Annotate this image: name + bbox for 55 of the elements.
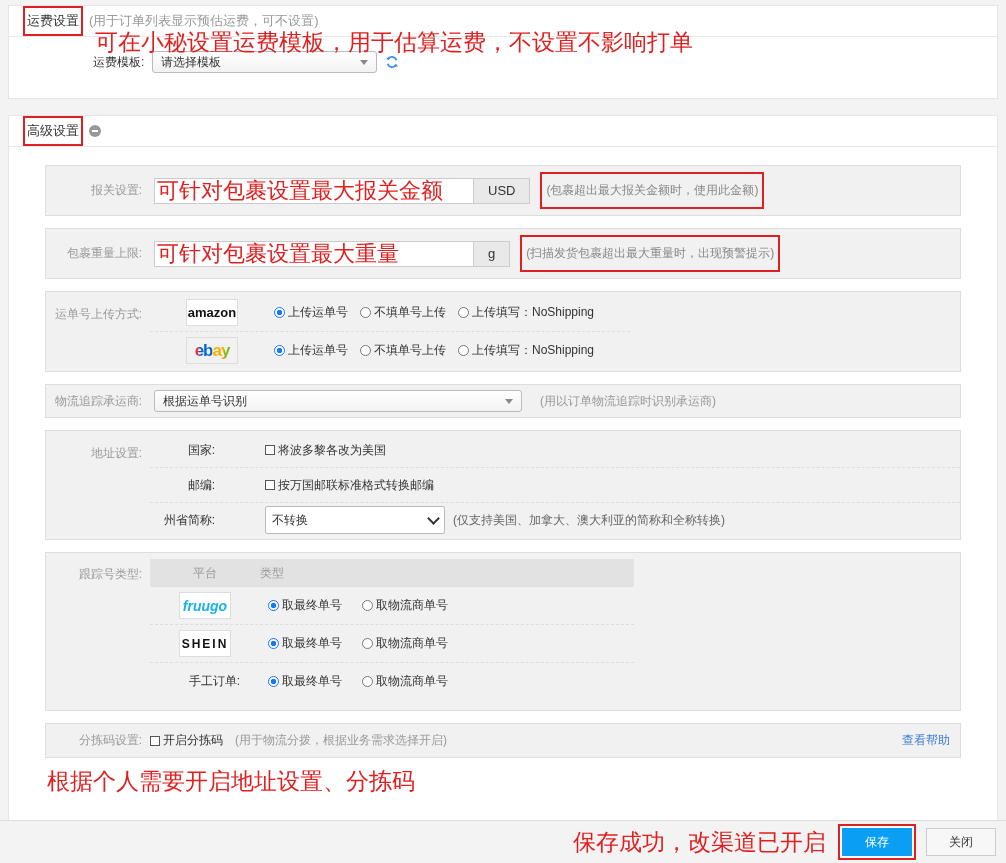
platform-logo: SHEIN (179, 630, 231, 657)
unit-addon: USD (474, 177, 531, 204)
platform-logo: amazon (186, 299, 238, 326)
annotation-text: 可针对包裹设置最大重量 (157, 242, 399, 265)
field-label: 运单号上传方式: (53, 306, 143, 323)
field-label: 报关设置: (89, 182, 143, 199)
field-label: 邮编: (186, 476, 216, 494)
input-field[interactable]: 可针对包裹设置最大报关金额 (154, 177, 474, 204)
annotation-text: 可针对包裹设置最大报关金额 (157, 179, 443, 202)
field-hint: (用于物流分拨，根据业务需求选择开启) (235, 732, 447, 749)
field-label: 分拣码设置: (77, 732, 143, 749)
section-hint: (用于订单列表显示预估运费，可不设置) (89, 12, 319, 30)
row-label: 手工订单: (187, 673, 241, 690)
radio-option[interactable]: 取物流商单号 (362, 597, 448, 614)
radio-option[interactable]: 上传填写：NoShipping (458, 342, 595, 359)
radio-option[interactable]: 上传运单号 (274, 342, 348, 359)
province-select[interactable]: 不转换 (265, 506, 445, 534)
field-label: 跟踪号类型: (77, 566, 143, 583)
close-button[interactable]: 关闭 (926, 828, 996, 856)
radio-option[interactable]: 取物流商单号 (362, 673, 448, 690)
radio-option[interactable]: 取最终单号 (268, 597, 342, 614)
radio-option[interactable]: 取最终单号 (268, 635, 342, 652)
column-header: 类型 (260, 564, 284, 582)
help-link[interactable]: 查看帮助 (902, 732, 950, 749)
platform-logo: ebay (186, 337, 238, 364)
unit-addon: g (474, 240, 511, 267)
collapse-icon[interactable] (89, 125, 101, 137)
radio-option[interactable]: 不填单号上传 (360, 342, 446, 359)
platform-logo: fruugo (179, 592, 231, 619)
checkbox-option[interactable]: 开启分拣码 (150, 732, 223, 749)
field-hint: (包裹超出最大报关金额时，使用此金额) (540, 172, 765, 209)
radio-option[interactable]: 不填单号上传 (360, 304, 446, 321)
field-label: 国家: (186, 441, 216, 459)
annotation-text: 根据个人需要开启地址设置、分拣码 (47, 767, 415, 796)
column-header: 平台 (192, 564, 218, 582)
field-hint: (扫描发货包裹超出最大重量时，出现预警提示) (520, 235, 781, 272)
field-label: 州省简称: (162, 511, 216, 529)
annotation-text: 保存成功，改渠道已开启 (573, 827, 826, 857)
refresh-icon[interactable] (385, 55, 400, 69)
radio-option[interactable]: 取最终单号 (268, 673, 342, 690)
carrier-select[interactable]: 根据运单号识别 (154, 390, 522, 412)
radio-option[interactable]: 上传运单号 (274, 304, 348, 321)
section-title: 运费设置 (23, 6, 83, 36)
radio-option[interactable]: 取物流商单号 (362, 635, 448, 652)
field-label: 运费模板: (93, 53, 145, 71)
field-label: 地址设置: (89, 445, 143, 462)
field-label: 物流追踪承运商: (53, 392, 143, 410)
field-hint: (仅支持美国、加拿大、澳大利亚的简称和全称转换) (453, 511, 725, 529)
checkbox-option[interactable]: 按万国邮联标准格式转换邮编 (265, 476, 434, 494)
field-label: 包裹重量上限: (65, 245, 143, 262)
field-hint: (用以订单物流追踪时识别承运商) (540, 392, 716, 410)
section-title: 高级设置 (23, 116, 83, 146)
radio-option[interactable]: 上传填写：NoShipping (458, 304, 595, 321)
input-field[interactable]: 可针对包裹设置最大重量 (154, 240, 474, 267)
checkbox-option[interactable]: 将波多黎各改为美国 (265, 441, 386, 459)
